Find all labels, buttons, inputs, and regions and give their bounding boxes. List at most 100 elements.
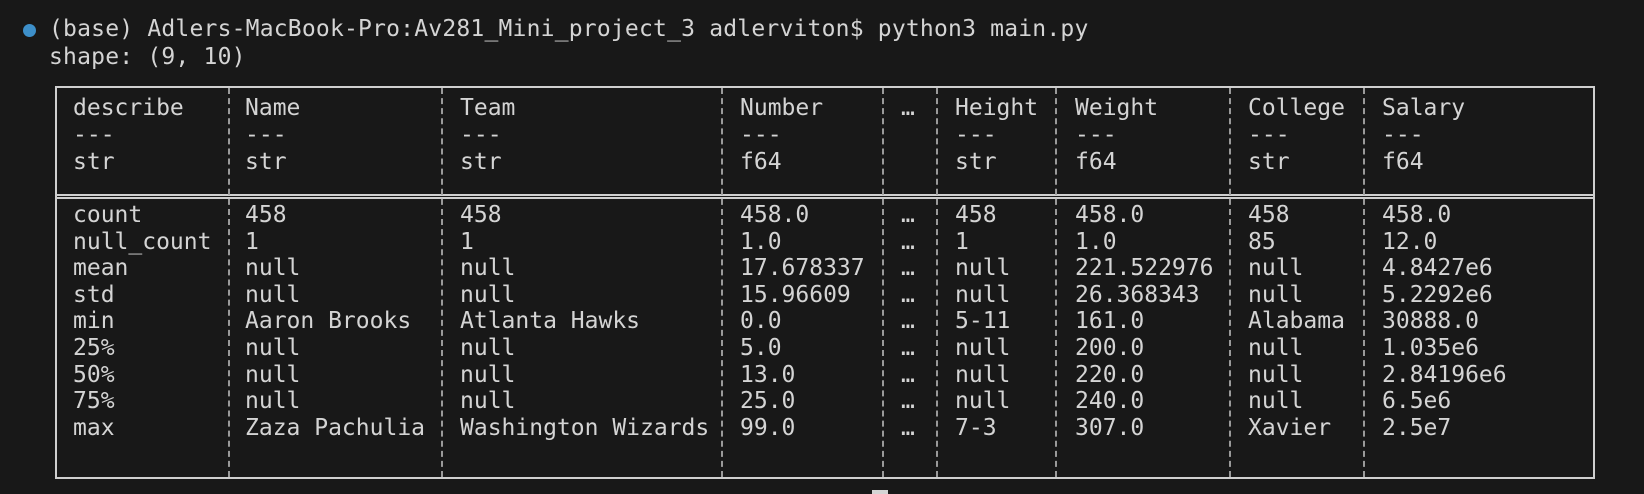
table-cell: 17.678337 <box>740 255 865 282</box>
header-dtype-cell: f64 <box>1382 149 1424 175</box>
header-name-cell: Team <box>460 95 516 121</box>
header-name-cell: Weight <box>1075 95 1159 121</box>
table-cell: 458.0 <box>740 202 810 228</box>
table-cell: 1.0 <box>740 228 782 255</box>
table-cell: … <box>901 228 915 255</box>
table-cell: 458.0 <box>1382 202 1452 228</box>
table-cell: null <box>1248 255 1304 282</box>
table-cell: 458.0 <box>1075 202 1145 228</box>
table-cell: 30888.0 <box>1382 308 1479 335</box>
header-sep-cell: --- <box>1248 122 1290 148</box>
table-cell: … <box>901 202 915 228</box>
table-cell: 5.2292e6 <box>1382 281 1493 308</box>
table-cell: 15.96609 <box>740 281 851 308</box>
command-status-dot-icon <box>23 24 36 37</box>
table-cell: null <box>245 255 301 282</box>
header-sep-cell: --- <box>1382 122 1424 148</box>
table-cell: 26.368343 <box>1075 281 1200 308</box>
header-dtype-cell: f64 <box>1075 149 1117 175</box>
table-cell: 12.0 <box>1382 228 1438 255</box>
column-separator <box>441 88 443 477</box>
table-cell: … <box>901 255 915 282</box>
column-separator <box>721 88 723 477</box>
table-cell: null <box>245 388 301 415</box>
table-cell: null <box>955 335 1011 361</box>
table-cell: null <box>955 388 1011 415</box>
shape-output-line: shape: (9, 10) <box>49 44 246 70</box>
table-cell: 2.84196e6 <box>1382 361 1507 388</box>
table-cell: null <box>1248 361 1304 388</box>
table-cell: 2.5e7 <box>1382 414 1452 441</box>
column-separator <box>1363 88 1365 477</box>
table-cell: null <box>245 361 301 388</box>
header-dtype-cell: str <box>1248 149 1290 175</box>
table-cell: 458 <box>245 202 287 228</box>
table-cell: 5.0 <box>740 335 782 361</box>
table-cell: 50% <box>73 361 115 388</box>
table-cell: 1.035e6 <box>1382 335 1479 361</box>
table-cell: null <box>245 335 301 361</box>
table-cell: min <box>73 308 115 335</box>
table-cell: 5-11 <box>955 308 1011 335</box>
table-cell: null <box>460 361 516 388</box>
table-cell: 75% <box>73 388 115 415</box>
header-sep-cell: --- <box>740 122 782 148</box>
header-dtype-cell: str <box>460 149 502 175</box>
table-cell: 99.0 <box>740 414 796 441</box>
table-cell: 7-3 <box>955 414 997 441</box>
terminal-window[interactable]: (base) Adlers-MacBook-Pro:Av281_Mini_pro… <box>0 0 1644 494</box>
table-cell: … <box>901 335 915 361</box>
table-cell: 4.8427e6 <box>1382 255 1493 282</box>
table-cell: 1 <box>245 228 259 255</box>
column-separator <box>882 88 884 477</box>
table-cell: 0.0 <box>740 308 782 335</box>
header-sep-cell: --- <box>245 122 287 148</box>
table-cell: 240.0 <box>1075 388 1145 415</box>
table-cell: null <box>955 281 1011 308</box>
table-cell: 25.0 <box>740 388 796 415</box>
dataframe-table: describe --- str Name --- str Team --- str Number… <box>55 86 1595 479</box>
table-cell: count <box>73 202 143 228</box>
header-name-cell: describe <box>73 95 184 121</box>
column-separator <box>228 88 230 477</box>
table-cell: 220.0 <box>1075 361 1145 388</box>
table-cell: 25% <box>73 335 115 361</box>
table-cell: 458 <box>955 202 997 228</box>
text-cursor <box>872 490 888 494</box>
header-dtype-cell: str <box>245 149 287 175</box>
table-cell: null <box>1248 388 1304 415</box>
table-cell: 307.0 <box>1075 414 1145 441</box>
table-cell: max <box>73 414 115 441</box>
table-cell: null <box>460 335 516 361</box>
table-cell: null <box>460 388 516 415</box>
table-cell: null <box>460 255 516 282</box>
table-cell: Alabama <box>1248 308 1345 335</box>
header-name-cell: Salary <box>1382 95 1466 121</box>
table-cell: 85 <box>1248 228 1276 255</box>
header-name-cell: … <box>901 95 915 121</box>
table-cell: 1 <box>955 228 969 255</box>
column-separator <box>1055 88 1057 477</box>
header-sep-cell: --- <box>1075 122 1117 148</box>
header-name-cell: Name <box>245 95 301 121</box>
header-sep-cell: --- <box>73 122 115 148</box>
header-name-cell: Height <box>955 95 1039 121</box>
table-cell: null <box>1248 281 1304 308</box>
header-dtype-cell: f64 <box>740 149 782 175</box>
table-cell: null <box>955 255 1011 282</box>
table-cell: … <box>901 414 915 441</box>
table-cell: … <box>901 308 915 335</box>
column-separator <box>1229 88 1231 477</box>
table-cell: std <box>73 281 115 308</box>
table-cell: Washington Wizards <box>460 414 710 441</box>
header-name-cell: College <box>1248 95 1345 121</box>
header-dtype-cell: str <box>73 149 115 175</box>
command-prompt-line: (base) Adlers-MacBook-Pro:Av281_Mini_pro… <box>49 16 1089 42</box>
table-cell: 1 <box>460 228 474 255</box>
header-sep-cell: --- <box>460 122 502 148</box>
table-cell: null <box>1248 335 1304 361</box>
table-cell: mean <box>73 255 129 282</box>
table-cell: 161.0 <box>1075 308 1145 335</box>
table-cell: 1.0 <box>1075 228 1117 255</box>
column-separator <box>936 88 938 477</box>
